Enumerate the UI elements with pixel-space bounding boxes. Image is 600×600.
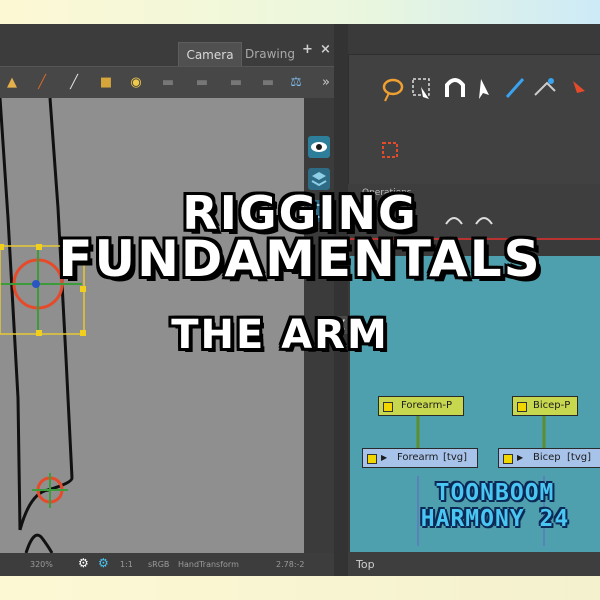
camera-toolbar: ▲ ╱ ╱ ■ ◉ ▬ ▬ ▬ ▬ ⚖ » (0, 66, 334, 99)
play-icon: ▶ (381, 453, 388, 462)
brush-icon[interactable]: ╱ (34, 75, 50, 91)
perspective-icon[interactable] (534, 78, 556, 96)
zoom-level[interactable]: 320% (30, 560, 53, 569)
snap-icon[interactable] (573, 81, 585, 93)
more-tools-button[interactable]: » (318, 75, 334, 91)
node-label: Bicep (533, 452, 561, 463)
node-label: Forearm-P (401, 400, 453, 411)
stamp-icon[interactable]: ■ (98, 75, 114, 91)
tab-drawing[interactable]: Drawing (242, 42, 298, 66)
color-space[interactable]: sRGB (148, 560, 169, 569)
view-tabbar: Camera Drawing + × (0, 24, 334, 67)
brand-line-1: TOONBOOM (435, 480, 555, 506)
sketch-icon[interactable]: ▬ (260, 75, 276, 91)
wrist-pivot[interactable] (32, 473, 68, 508)
node-forearm-drawing[interactable]: ▶ Forearm [tvg] (362, 448, 478, 468)
onion-skin-icon[interactable]: ◉ (128, 75, 144, 91)
enable-toggle[interactable] (383, 402, 393, 412)
enable-toggle[interactable] (367, 454, 377, 464)
bottom-background-strip (0, 576, 600, 600)
node-forearm-peg[interactable]: Forearm-P (378, 396, 464, 416)
eye-icon[interactable] (308, 136, 330, 158)
marquee-select-icon[interactable] (412, 78, 430, 99)
node-level-label[interactable]: Top (356, 558, 375, 571)
current-tool: HandTransform (178, 560, 239, 569)
close-tab-button[interactable]: × (320, 42, 331, 57)
title-line-3: THE ARM (171, 312, 389, 358)
play-icon: ▶ (517, 453, 524, 462)
node-bicep-drawing[interactable]: ▶ Bicep [tvg] (498, 448, 600, 468)
node-tag: [tvg] (567, 452, 591, 463)
node-view-footer: Top (348, 552, 600, 576)
ink-icon[interactable]: ▬ (194, 75, 210, 91)
pencil-icon[interactable]: ╱ (66, 75, 82, 91)
camera-statusbar: 320% ⚙ ⚙ 1:1 sRGB HandTransform 2.78:-2 (0, 553, 340, 576)
eraser-icon[interactable]: ▬ (228, 75, 244, 91)
coordinates: 2.78:-2 (276, 560, 305, 569)
node-label: Bicep-P (533, 400, 571, 411)
brand-line-2: HARMONY 24 (420, 506, 570, 532)
magnet-icon[interactable] (445, 78, 465, 97)
node-bicep-peg[interactable]: Bicep-P (512, 396, 578, 416)
lock-icon[interactable]: ▲ (4, 75, 20, 91)
ratio-readout: 1:1 (120, 560, 133, 569)
pane-divider[interactable] (334, 24, 348, 576)
add-tab-button[interactable]: + (302, 42, 313, 57)
title-line-2: FUNDAMENTALS (58, 230, 542, 288)
selection-icon[interactable] (382, 142, 398, 158)
settings-icon[interactable]: ⚙ (98, 556, 109, 570)
contour-editor-icon[interactable] (479, 79, 489, 99)
gear-icon[interactable]: ⚙ (78, 556, 89, 570)
tool-properties-panel (348, 54, 600, 186)
node-tag: [tvg] (443, 452, 467, 463)
tool-icons (382, 78, 585, 158)
line-icon[interactable] (505, 78, 525, 98)
lasso-select-icon[interactable] (382, 78, 404, 102)
tab-camera[interactable]: Camera (178, 42, 242, 67)
paint-icon[interactable]: ▬ (160, 75, 176, 91)
balance-icon[interactable]: ⚖ (288, 75, 304, 91)
top-background-strip (0, 0, 600, 24)
enable-toggle[interactable] (517, 402, 527, 412)
enable-toggle[interactable] (503, 454, 513, 464)
node-label: Forearm (397, 452, 439, 463)
